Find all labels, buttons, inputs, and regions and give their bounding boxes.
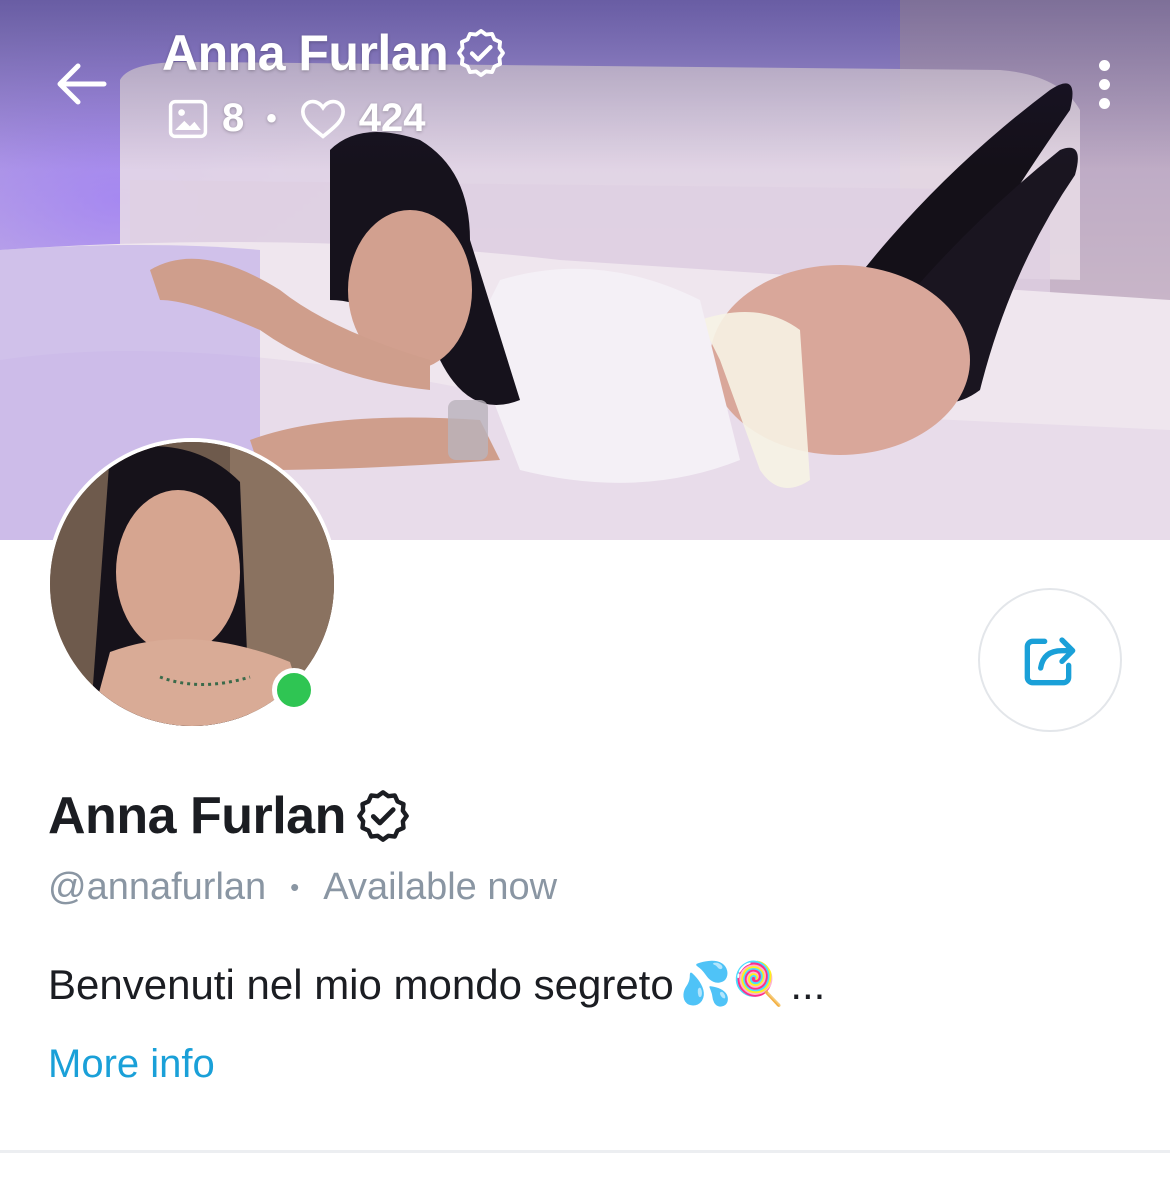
more-info-link[interactable]: More info xyxy=(48,1042,215,1087)
section-divider xyxy=(0,1150,1170,1153)
header-title: Anna Furlan xyxy=(162,24,508,82)
more-vertical-icon-dot xyxy=(1098,97,1110,109)
bio-emojis: 💦🍭 xyxy=(679,960,785,1007)
verified-badge-icon xyxy=(457,29,506,77)
more-vertical-icon xyxy=(1098,59,1110,71)
share-button[interactable] xyxy=(978,588,1122,732)
profile-bio: Benvenuti nel mio mondo segreto 💦🍭 ... xyxy=(48,960,825,1009)
stats-separator: • xyxy=(266,101,277,135)
online-status-indicator xyxy=(272,668,316,712)
profile-handle: @annafurlan xyxy=(48,866,267,908)
back-button[interactable] xyxy=(44,52,116,116)
media-count-stat: 8 xyxy=(166,96,244,141)
likes-count-stat: 424 xyxy=(299,96,426,141)
availability-status: Available now xyxy=(323,866,558,908)
header-stats: 8 • 424 xyxy=(166,96,426,141)
likes-count: 424 xyxy=(358,96,426,140)
more-vertical-icon-dot xyxy=(1098,78,1110,90)
more-options-button[interactable] xyxy=(1080,52,1128,116)
image-icon xyxy=(168,99,208,138)
arrow-left-icon xyxy=(57,63,107,105)
meta-separator: • xyxy=(290,872,300,902)
bio-text: Benvenuti nel mio mondo segreto xyxy=(48,960,674,1008)
header-name: Anna Furlan xyxy=(162,25,449,81)
media-count: 8 xyxy=(222,96,245,140)
profile-page: Anna Furlan 8 • 424 Anna Furlan @annafur… xyxy=(0,0,1170,1185)
heart-icon xyxy=(300,99,345,139)
bio-ellipsis: ... xyxy=(790,960,826,1008)
profile-name: Anna Furlan xyxy=(48,786,412,846)
profile-meta: @annafurlan • Available now xyxy=(48,866,557,909)
profile-name-text: Anna Furlan xyxy=(48,787,346,845)
share-icon xyxy=(1024,637,1076,686)
verified-badge-icon xyxy=(356,790,409,842)
